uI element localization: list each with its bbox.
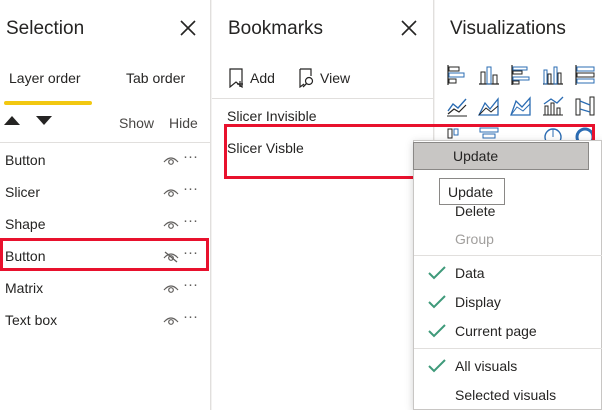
layer-row[interactable]: Matrix ···	[0, 273, 211, 303]
hide-column-header: Hide	[169, 115, 198, 131]
menu-item-data[interactable]: Data	[414, 261, 602, 287]
menu-divider	[414, 255, 602, 256]
eye-icon[interactable]	[163, 283, 179, 295]
close-icon[interactable]	[180, 20, 196, 36]
layer-label: Button	[5, 248, 46, 264]
move-up-arrow-icon[interactable]	[4, 116, 20, 125]
clustered-column-chart-icon[interactable]	[542, 64, 564, 86]
full-stacked-bar-chart-icon[interactable]	[574, 64, 596, 86]
more-options-icon[interactable]: ···	[183, 148, 198, 165]
menu-item-label: Update	[453, 148, 499, 164]
layer-label: Slicer	[5, 184, 41, 200]
view-bookmark-label: View	[320, 70, 351, 86]
more-options-icon[interactable]: ···	[183, 276, 198, 293]
menu-item-label: Display	[455, 294, 501, 310]
tab-layer-order[interactable]: Layer order	[9, 70, 81, 86]
more-options-icon[interactable]: ···	[183, 180, 198, 197]
tooltip-text: Update	[448, 184, 494, 200]
divider	[0, 142, 211, 143]
active-tab-indicator	[4, 101, 92, 105]
tab-tab-order[interactable]: Tab order	[126, 70, 185, 86]
visualizations-pane-title: Visualizations	[450, 18, 566, 39]
eye-icon[interactable]	[163, 219, 179, 231]
layer-row[interactable]: Slicer ···	[0, 177, 211, 207]
eye-icon[interactable]	[163, 187, 179, 199]
layer-row[interactable]: Button ···	[0, 145, 211, 175]
menu-item-label: Current page	[455, 323, 537, 339]
layer-row[interactable]: Shape ···	[0, 209, 211, 239]
check-icon	[428, 295, 446, 309]
menu-item-label: All visuals	[455, 358, 518, 374]
eye-icon[interactable]	[163, 155, 179, 167]
eye-icon[interactable]	[163, 315, 179, 327]
check-icon	[428, 324, 446, 338]
move-down-arrow-icon[interactable]	[36, 116, 52, 125]
menu-item-selected-visuals[interactable]: Selected visuals	[414, 383, 602, 409]
line-chart-icon[interactable]	[446, 95, 468, 117]
layer-label: Matrix	[5, 280, 44, 296]
more-options-icon[interactable]: ···	[183, 212, 198, 229]
check-icon	[428, 266, 446, 280]
stacked-area-chart-icon[interactable]	[510, 95, 532, 117]
eye-hidden-icon[interactable]	[163, 251, 179, 263]
layer-label: Button	[5, 152, 46, 168]
add-bookmark-label: Add	[250, 70, 275, 86]
menu-item-display[interactable]: Display	[414, 290, 602, 316]
stacked-bar-chart-icon[interactable]	[446, 64, 468, 86]
stacked-column-chart-icon[interactable]	[478, 64, 500, 86]
menu-item-all-visuals[interactable]: All visuals	[414, 354, 602, 380]
view-bookmark-button[interactable]: View	[298, 68, 360, 90]
menu-item-current-page[interactable]: Current page	[414, 319, 602, 345]
layer-row[interactable]: Button ···	[0, 241, 211, 271]
layer-row[interactable]: Text box ···	[0, 305, 211, 335]
line-and-column-chart-icon[interactable]	[542, 95, 564, 117]
more-options-icon[interactable]: ···	[183, 244, 198, 261]
clustered-bar-chart-icon[interactable]	[510, 64, 532, 86]
add-bookmark-button[interactable]: Add	[228, 68, 288, 90]
menu-item-update[interactable]: Update	[413, 142, 589, 170]
bookmarks-pane: Bookmarks Add View Slicer Invisible Slic…	[212, 0, 434, 410]
check-icon	[428, 359, 446, 373]
menu-item-label: Selected visuals	[455, 387, 557, 403]
menu-item-label: Group	[455, 231, 494, 247]
selection-pane-title: Selection	[6, 18, 85, 39]
menu-item-label: Data	[455, 265, 485, 281]
ribbon-chart-icon[interactable]	[574, 95, 596, 117]
bookmark-add-icon	[229, 68, 243, 88]
menu-divider	[414, 348, 602, 349]
update-tooltip: Update	[439, 178, 505, 205]
more-options-icon[interactable]: ···	[183, 308, 198, 325]
divider	[212, 98, 434, 99]
area-chart-icon[interactable]	[478, 95, 500, 117]
bookmarks-pane-title: Bookmarks	[228, 18, 324, 39]
close-icon[interactable]	[401, 20, 417, 36]
bookmark-item[interactable]: Slicer Invisible	[227, 108, 316, 124]
menu-item-group: Group	[414, 227, 602, 253]
layer-label: Text box	[5, 312, 58, 328]
bookmark-view-icon	[299, 68, 314, 88]
show-column-header: Show	[119, 115, 155, 131]
bookmark-item[interactable]: Slicer Visble	[227, 140, 304, 156]
selection-pane: Selection Layer order Tab order Show Hid…	[0, 0, 211, 410]
layer-label: Shape	[5, 216, 46, 232]
menu-item-label: Delete	[455, 203, 496, 219]
